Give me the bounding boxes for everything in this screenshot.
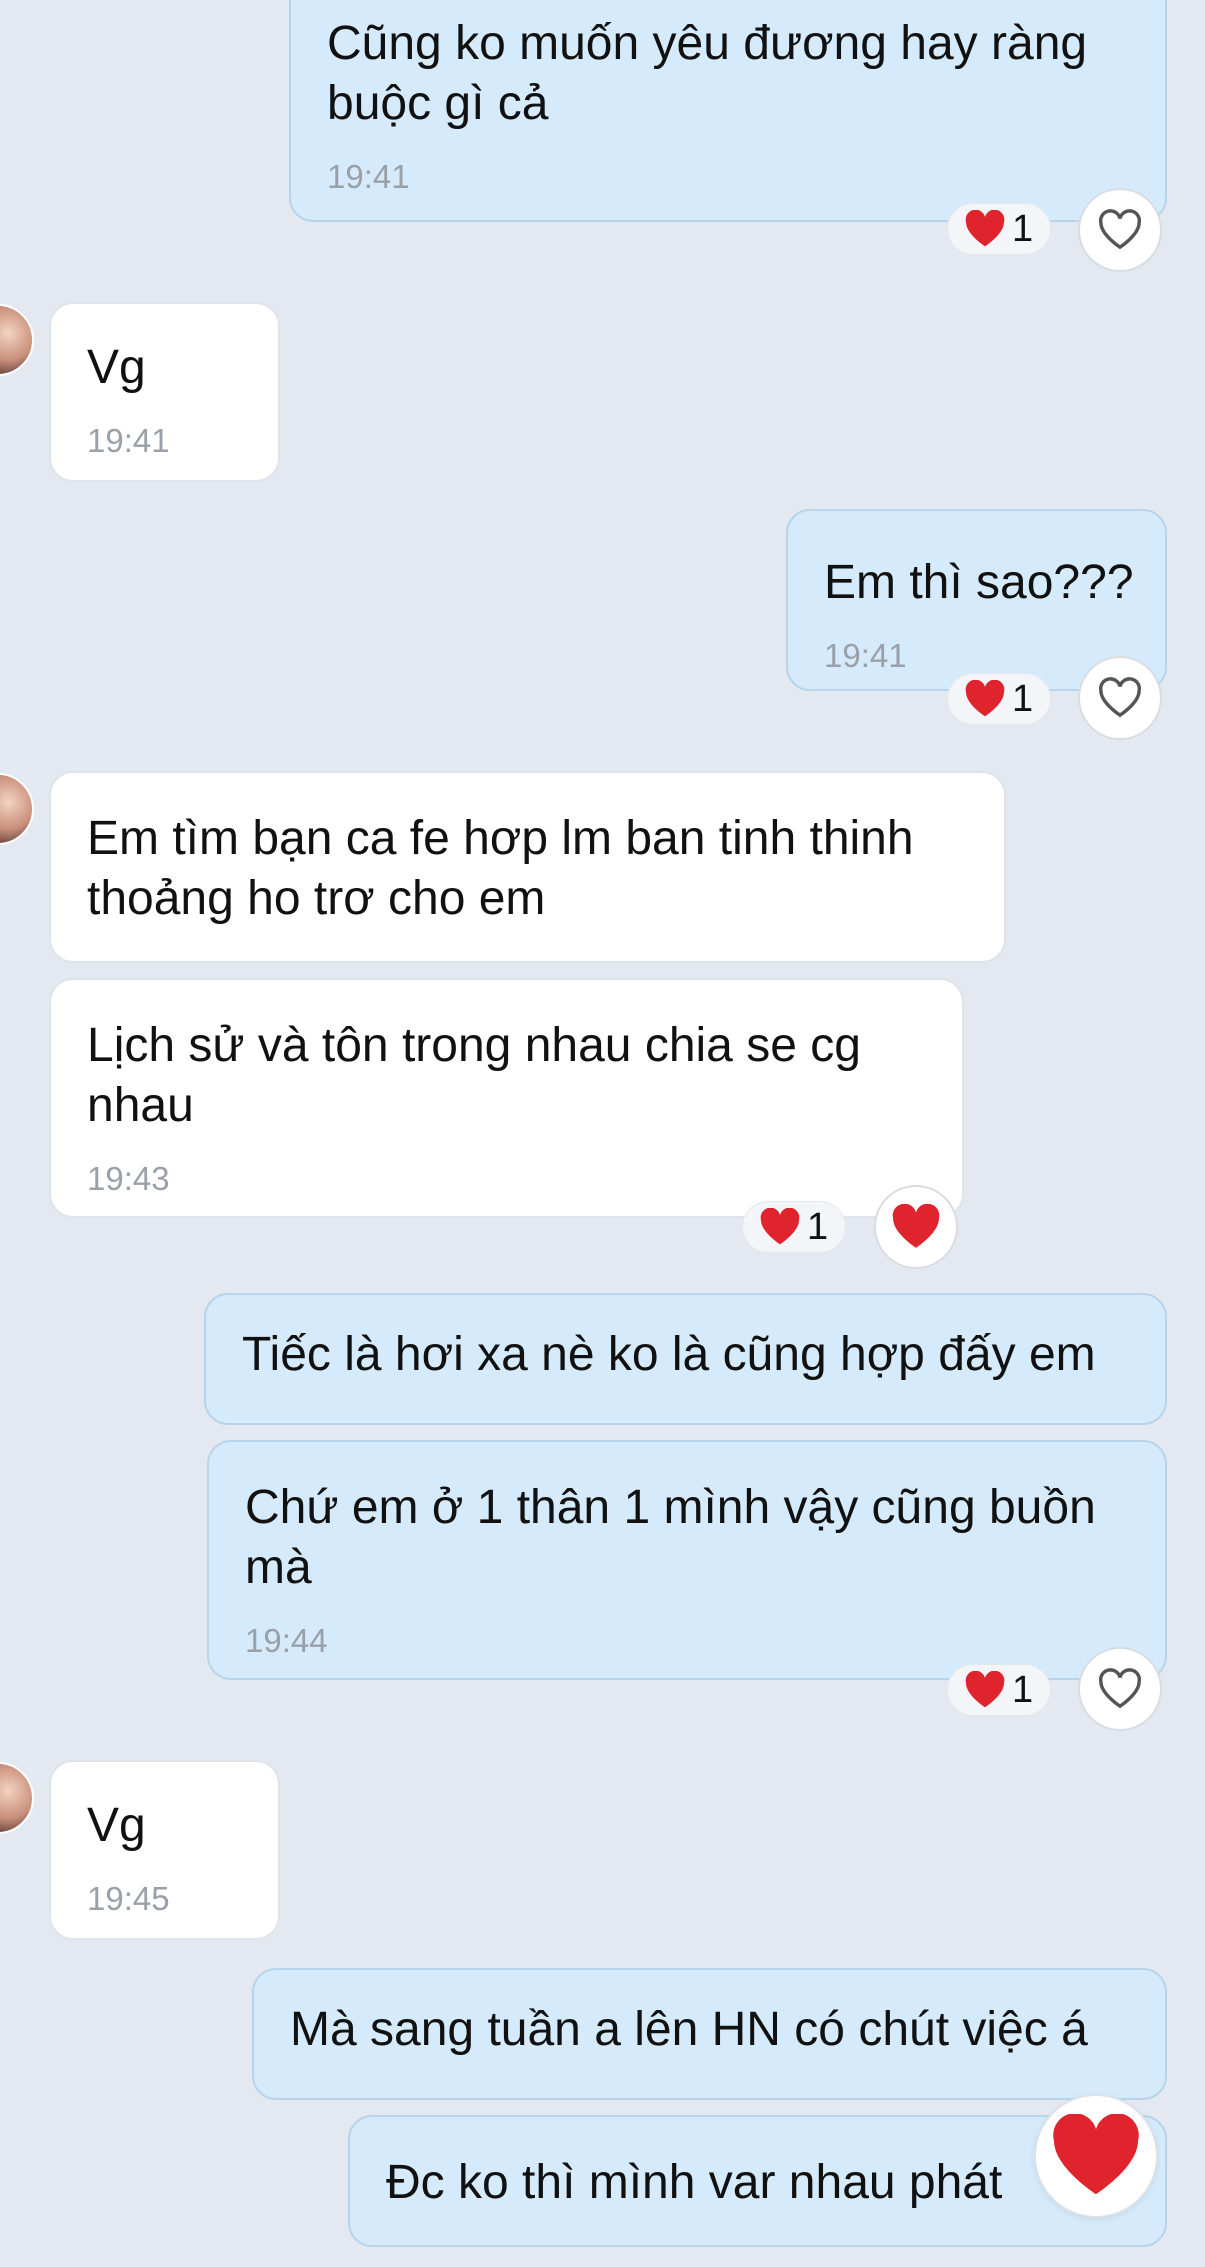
reaction-count-badge[interactable]: 1: [947, 203, 1051, 255]
reaction-count-badge[interactable]: 1: [947, 673, 1051, 725]
red-heart-icon: [965, 210, 1005, 247]
red-heart-icon: [1053, 2114, 1139, 2195]
message-time: 19:41: [327, 158, 410, 195]
reaction-count-badge[interactable]: 1: [742, 1201, 846, 1253]
message-text: Đc ko thì mình var nhau phát: [386, 2156, 1003, 2209]
message-time: 19:44: [245, 1622, 328, 1659]
like-button[interactable]: [874, 1185, 958, 1269]
message-text: Cũng ko muốn yêu đương hay ràng buộc gì …: [327, 17, 1088, 130]
like-button[interactable]: [1078, 656, 1162, 740]
outgoing-message[interactable]: Chứ em ở 1 thân 1 mình vậy cũng buồn mà …: [207, 1440, 1167, 1680]
like-button[interactable]: [1078, 1647, 1162, 1731]
message-text: Em thì sao???: [824, 556, 1134, 609]
message-time: 19:43: [87, 1160, 170, 1197]
reaction-count: 1: [807, 1205, 829, 1248]
heart-outline-icon: [1098, 1668, 1142, 1709]
message-text: Mà sang tuần a lên HN có chút việc á: [290, 2003, 1088, 2056]
red-heart-icon: [965, 680, 1005, 717]
avatar[interactable]: [0, 1762, 34, 1834]
incoming-message[interactable]: Vg 19:45: [49, 1760, 280, 1940]
like-button[interactable]: [1078, 188, 1162, 272]
reaction-count-badge[interactable]: 1: [947, 1664, 1051, 1716]
heart-reaction-button[interactable]: [1034, 2094, 1158, 2218]
reaction-count: 1: [1012, 677, 1034, 720]
incoming-message[interactable]: Em tìm bạn ca fe hơp lm ban tinh thinh t…: [49, 771, 1006, 963]
reaction-count: 1: [1012, 207, 1034, 250]
outgoing-message[interactable]: Cũng ko muốn yêu đương hay ràng buộc gì …: [289, 0, 1167, 222]
heart-outline-icon: [1098, 677, 1142, 718]
red-heart-icon: [892, 1204, 940, 1248]
red-heart-icon: [965, 1671, 1005, 1708]
incoming-message[interactable]: Vg 19:41: [49, 302, 280, 482]
message-text: Vg: [87, 341, 146, 394]
message-text: Em tìm bạn ca fe hơp lm ban tinh thinh t…: [87, 812, 914, 925]
red-heart-icon: [760, 1208, 800, 1245]
avatar[interactable]: [0, 773, 34, 845]
message-time: 19:41: [824, 637, 907, 674]
message-text: Chứ em ở 1 thân 1 mình vậy cũng buồn mà: [245, 1481, 1096, 1594]
avatar[interactable]: [0, 304, 34, 376]
outgoing-message[interactable]: Mà sang tuần a lên HN có chút việc á: [252, 1968, 1167, 2100]
incoming-message[interactable]: Lịch sử và tôn trong nhau chia se cg nha…: [49, 978, 964, 1218]
heart-outline-icon: [1098, 209, 1142, 250]
message-text: Lịch sử và tôn trong nhau chia se cg nha…: [87, 1019, 861, 1132]
outgoing-message[interactable]: Tiếc là hơi xa nè ko là cũng hợp đấy em: [204, 1293, 1167, 1425]
message-text: Tiếc là hơi xa nè ko là cũng hợp đấy em: [242, 1328, 1096, 1381]
message-text: Vg: [87, 1799, 146, 1852]
message-time: 19:41: [87, 422, 170, 459]
message-time: 19:45: [87, 1880, 170, 1917]
reaction-count: 1: [1012, 1668, 1034, 1711]
